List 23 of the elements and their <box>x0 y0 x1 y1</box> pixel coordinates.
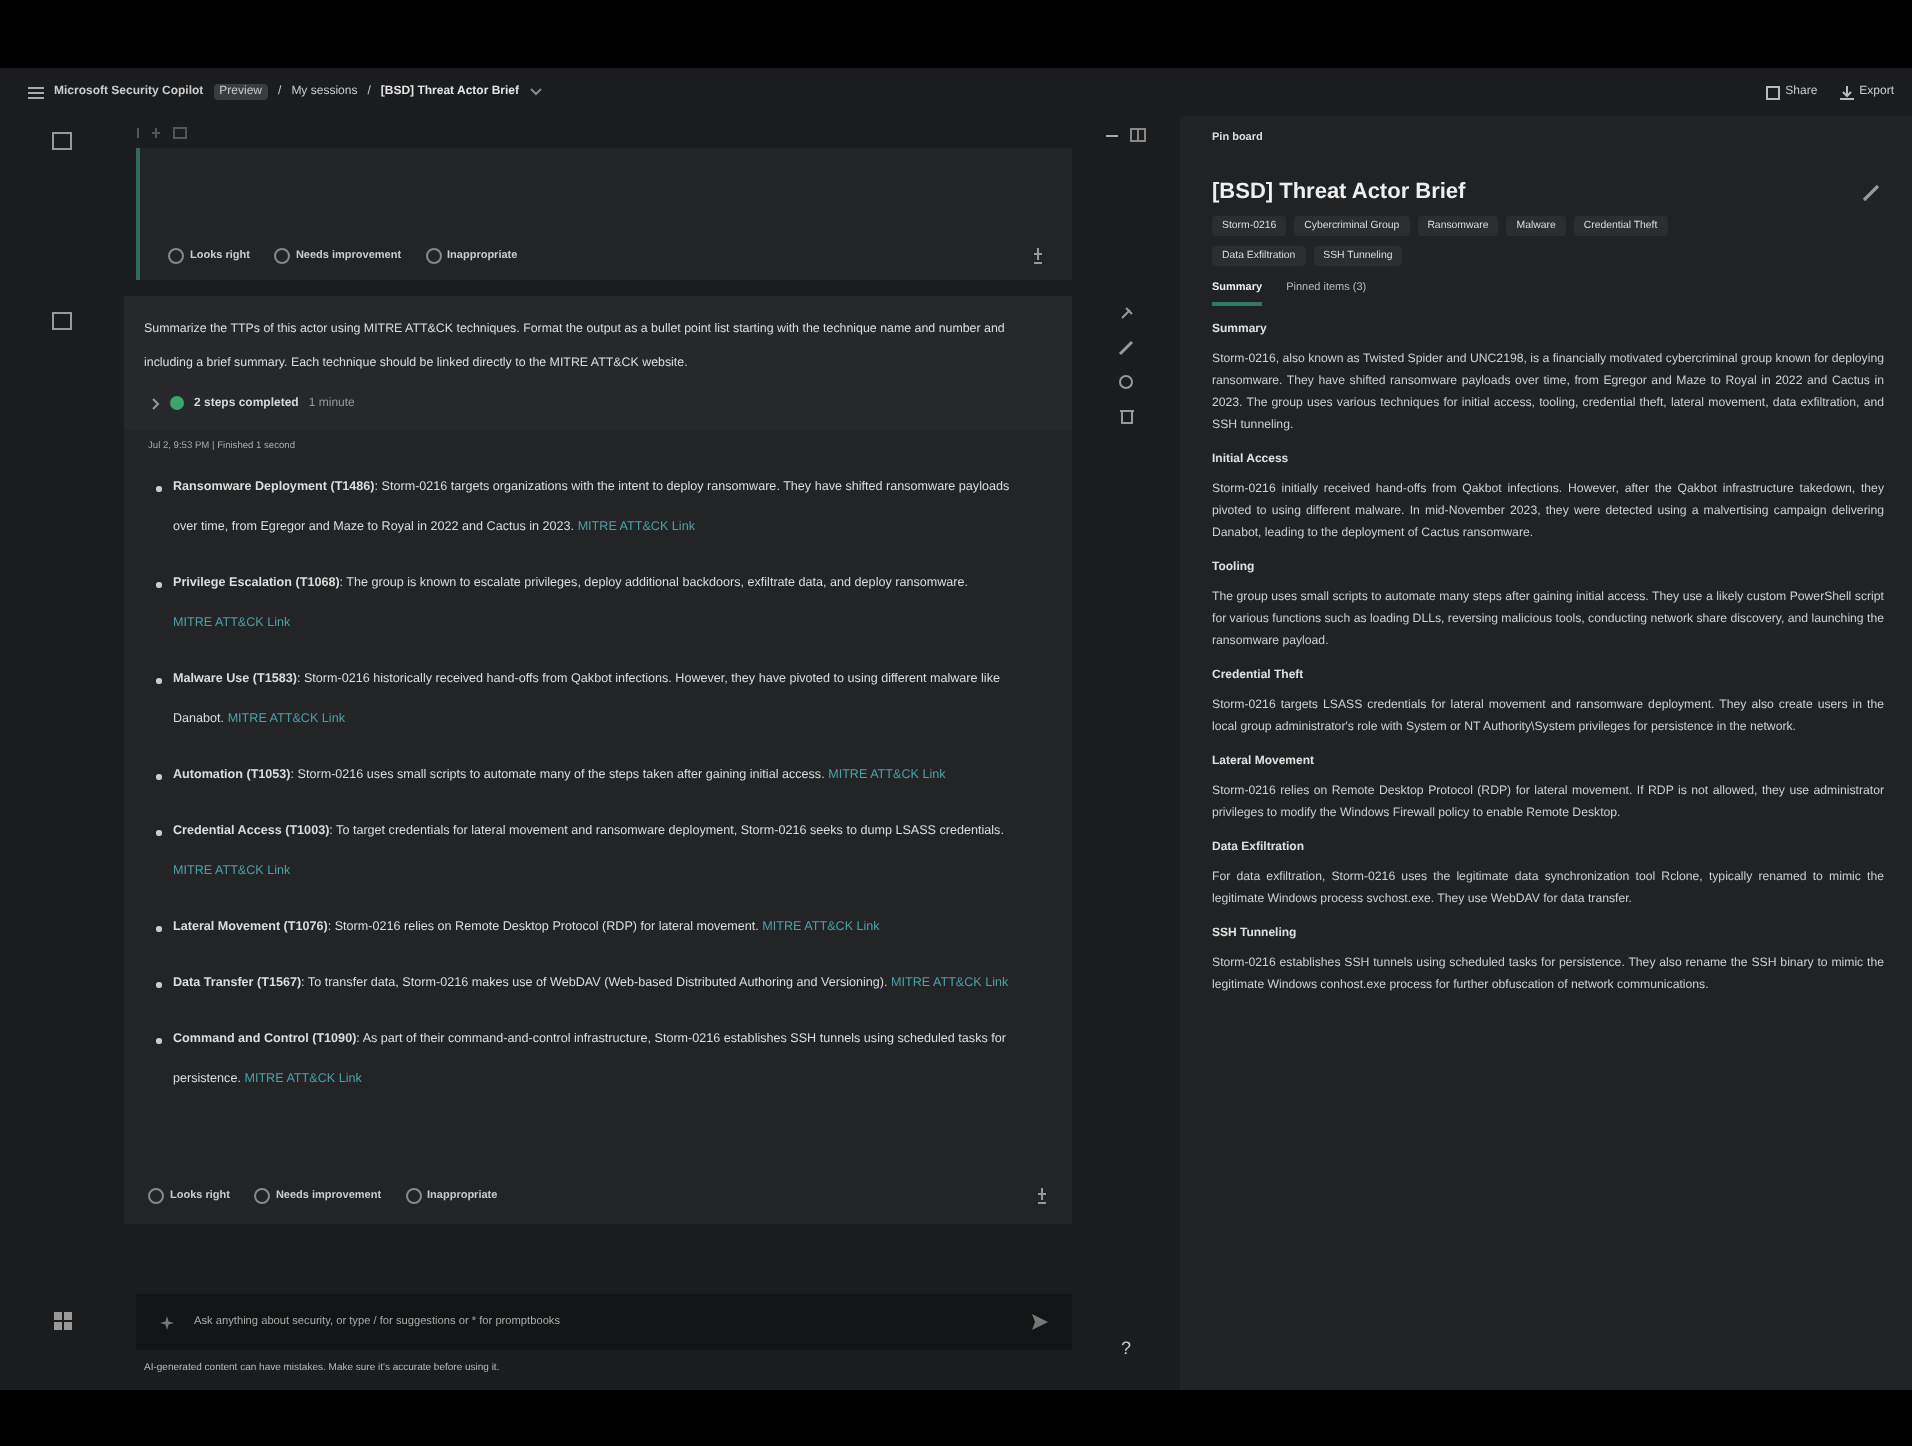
bullet-icon <box>156 926 161 931</box>
download-icon <box>1839 85 1854 99</box>
bullet-icon <box>156 774 161 779</box>
help-button[interactable]: ? <box>1120 1338 1131 1358</box>
bullet-icon <box>156 486 161 491</box>
menu-icon[interactable] <box>28 85 44 99</box>
edit-icon[interactable] <box>1862 183 1880 201</box>
chevron-right-icon[interactable] <box>152 397 160 409</box>
send-icon[interactable] <box>1032 1314 1048 1330</box>
bullet-icon <box>156 582 161 587</box>
chevron-down-icon[interactable] <box>529 88 541 96</box>
sparkle-icon <box>160 1315 174 1329</box>
bullet-icon <box>156 982 161 987</box>
trash-icon[interactable] <box>1119 408 1133 424</box>
minimize-icon[interactable] <box>1106 133 1118 137</box>
bullet-icon <box>156 678 161 683</box>
circle-icon[interactable] <box>1118 374 1134 390</box>
bullet-icon <box>156 1038 161 1043</box>
pin-board-title: [BSD] Threat Actor Brief <box>1212 180 1466 204</box>
panel-icon[interactable] <box>1130 128 1146 142</box>
grid-icon[interactable] <box>53 1312 71 1330</box>
edit-icon[interactable] <box>1118 340 1134 356</box>
bullet-icon <box>156 830 161 835</box>
